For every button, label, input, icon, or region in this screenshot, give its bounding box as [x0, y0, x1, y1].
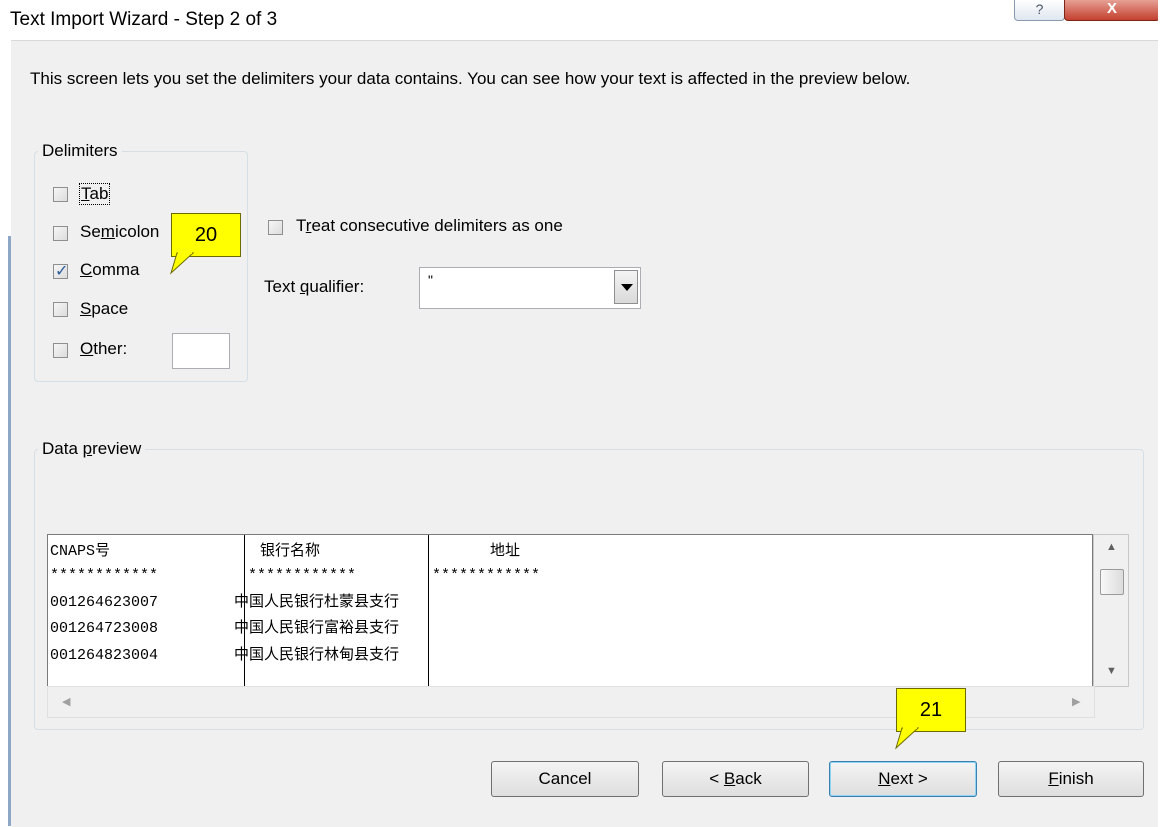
semicolon-checkbox[interactable] — [53, 226, 68, 241]
comma-checkbox[interactable] — [53, 261, 68, 281]
semicolon-label[interactable]: Semicolon — [80, 222, 159, 242]
preview-cell: CNAPS号 — [50, 543, 111, 560]
preview-row: 001264723008 中国人民银行富裕县支行 — [50, 618, 1090, 640]
preview-cell: ************ — [432, 567, 541, 584]
window-frame-right — [1158, 0, 1167, 826]
consecutive-label[interactable]: Treat consecutive delimiters as one — [296, 216, 563, 236]
tab-label[interactable]: Tab — [78, 183, 111, 205]
other-label[interactable]: Other: — [80, 339, 127, 359]
help-icon: ? — [1035, 1, 1044, 17]
delimiters-legend: Delimiters — [38, 141, 122, 161]
scroll-down-icon[interactable]: ▼ — [1106, 665, 1117, 677]
consecutive-checkbox[interactable] — [268, 220, 283, 235]
scroll-up-icon[interactable]: ▲ — [1106, 541, 1117, 553]
scroll-left-icon[interactable]: ◀ — [62, 695, 70, 708]
callout-20-tail — [170, 252, 195, 275]
finish-button[interactable]: Finish — [998, 761, 1144, 797]
space-checkbox[interactable] — [53, 302, 68, 317]
vertical-scroll-thumb[interactable] — [1100, 569, 1124, 595]
dialog-client-area: This screen lets you set the delimiters … — [11, 40, 1158, 827]
comma-label[interactable]: Comma — [80, 260, 140, 280]
preview-cell: 中国人民银行杜蒙县支行 — [234, 594, 400, 611]
text-qualifier-value: " — [428, 272, 433, 288]
chevron-down-icon[interactable] — [614, 270, 638, 304]
preview-row: CNAPS号 银行名称 地址 — [50, 541, 1090, 563]
preview-cell: 001264823004 — [50, 647, 159, 664]
space-label[interactable]: Space — [80, 299, 128, 319]
tab-checkbox[interactable] — [53, 187, 68, 202]
data-preview-legend: Data preview — [38, 439, 146, 459]
step-description: This screen lets you set the delimiters … — [30, 69, 911, 88]
callout-21: 21 — [896, 688, 966, 732]
title-bar: Text Import Wizard - Step 2 of 3 — [0, 0, 1167, 40]
preview-cell: ************ — [248, 567, 357, 584]
preview-cell: 中国人民银行富裕县支行 — [234, 620, 400, 637]
help-button[interactable]: ? — [1014, 0, 1065, 21]
text-qualifier-select[interactable]: " — [419, 267, 641, 309]
close-button[interactable]: X — [1064, 0, 1160, 21]
other-checkbox[interactable] — [53, 343, 68, 358]
window-title: Text Import Wizard - Step 2 of 3 — [10, 9, 278, 30]
preview-cell: 001264723008 — [50, 620, 159, 637]
preview-row: ************ ************ ************ — [50, 565, 1090, 587]
vertical-scrollbar[interactable]: ▲ ▼ — [1093, 534, 1129, 687]
preview-cell: 银行名称 — [260, 543, 321, 560]
back-button[interactable]: < Back — [662, 761, 809, 797]
preview-row: 001264623007 中国人民银行杜蒙县支行 — [50, 592, 1090, 614]
text-qualifier-label: Text qualifier: — [264, 277, 365, 296]
preview-cell: 中国人民银行林甸县支行 — [234, 647, 400, 664]
preview-cell: 地址 — [490, 543, 521, 560]
next-button[interactable]: Next > — [829, 761, 977, 797]
preview-cell: ************ — [50, 567, 159, 584]
close-icon: X — [1106, 0, 1117, 17]
scroll-right-icon[interactable]: ▶ — [1072, 695, 1080, 708]
preview-cell: 001264623007 — [50, 594, 159, 611]
preview-row: 001264823004 中国人民银行林甸县支行 — [50, 645, 1090, 667]
callout-21-tail — [895, 727, 920, 750]
data-preview-grid[interactable]: CNAPS号 银行名称 地址 ************ ************… — [47, 534, 1093, 687]
other-delimiter-input[interactable] — [172, 333, 230, 369]
callout-20: 20 — [171, 213, 241, 257]
cancel-button[interactable]: Cancel — [491, 761, 639, 797]
